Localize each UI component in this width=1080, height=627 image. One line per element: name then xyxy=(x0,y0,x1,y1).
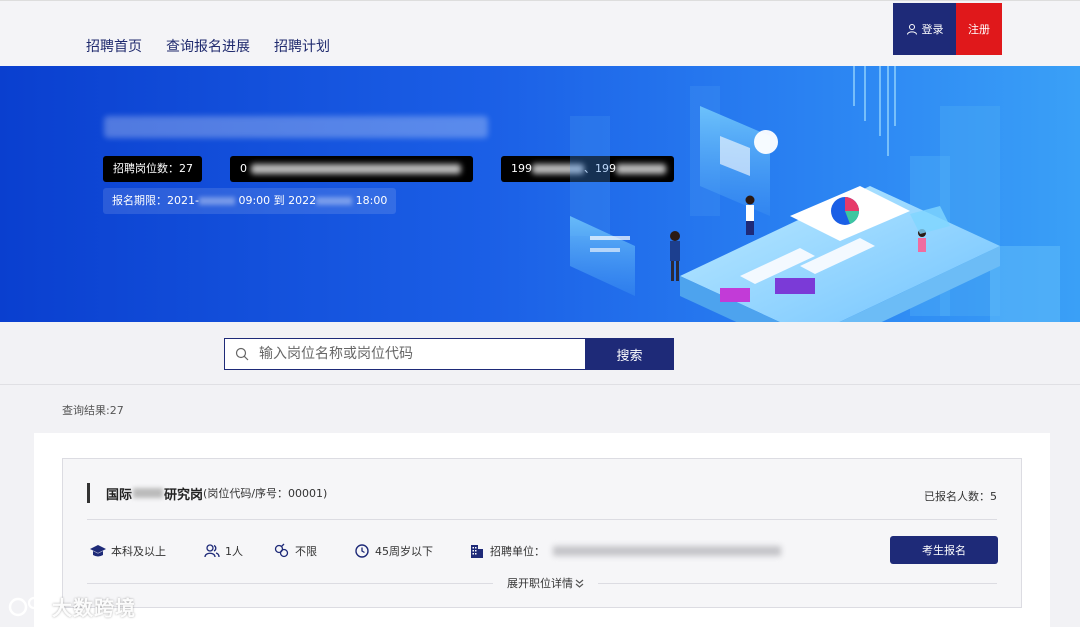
search-box xyxy=(224,338,586,370)
contact-pill: 0 xyxy=(230,156,473,182)
headcount-label: 1人 xyxy=(225,545,243,558)
job-code: (岗位代码/序号：00001) xyxy=(203,487,328,500)
applicant-count: 已报名人数：5 xyxy=(924,490,997,503)
job-info-row: 本科及以上 1人 不限 45周岁以下 招聘单位： xyxy=(89,543,781,559)
job-name-redacted xyxy=(133,488,164,498)
login-button[interactable]: 登录 xyxy=(893,3,956,55)
expand-label: 展开职位详情 xyxy=(507,577,573,590)
top-nav-bar: 招聘首页 查询报名进展 招聘计划 登录 注册 xyxy=(0,0,1080,67)
chevron-double-down-icon xyxy=(575,579,584,588)
age-info: 45周岁以下 xyxy=(353,543,468,559)
graduation-cap-icon xyxy=(90,545,106,557)
date-end: 18:00 xyxy=(355,194,388,207)
date-start: 报名期限：2021- xyxy=(112,194,199,207)
watermark: 大数跨境 xyxy=(8,592,136,621)
search-button[interactable]: 搜索 xyxy=(585,338,674,370)
gender-label: 不限 xyxy=(295,545,317,558)
gender-icon xyxy=(274,543,289,558)
isometric-illustration xyxy=(570,66,1060,322)
people-icon xyxy=(204,544,220,558)
nav-home[interactable]: 招聘首页 xyxy=(86,36,142,56)
registration-period: 报名期限：2021- 09:00 到 2022 18:00 xyxy=(103,188,397,214)
clock-icon xyxy=(355,544,369,558)
contact-redacted xyxy=(250,164,461,174)
nav-progress[interactable]: 查询报名进展 xyxy=(166,36,250,56)
user-icon xyxy=(906,24,917,35)
search-icon xyxy=(235,347,249,361)
nav-plan[interactable]: 招聘计划 xyxy=(274,36,330,56)
date-mid: 09:00 到 2022 xyxy=(238,194,317,207)
watermark-text: 大数跨境 xyxy=(52,596,136,620)
headcount-info: 1人 xyxy=(203,543,273,559)
banner-title-redacted xyxy=(104,116,488,138)
positions-count: 招聘岗位数：27 xyxy=(113,162,193,175)
date-end-redacted xyxy=(316,197,353,205)
register-button[interactable]: 注册 xyxy=(956,3,1002,55)
education-info: 本科及以上 xyxy=(89,543,203,559)
hero-banner: 招聘岗位数：27 0 199 、199 报名期限：2021- 09:00 到 20… xyxy=(0,66,1080,322)
job-card: 国际 研究岗 (岗位代码/序号：00001) 已报名人数：5 本科及以上 1人 … xyxy=(62,458,1022,608)
unit-label: 招聘单位： xyxy=(490,545,545,558)
job-title: 国际 研究岗 (岗位代码/序号：00001) xyxy=(87,483,327,503)
date-start-redacted xyxy=(198,197,235,205)
contact-prefix: 0 xyxy=(240,162,247,175)
login-label: 登录 xyxy=(921,23,944,36)
job-name-end: 研究岗 xyxy=(164,487,204,503)
job-name-start: 国际 xyxy=(106,487,133,503)
unit-info: 招聘单位： xyxy=(468,543,781,559)
result-count: 查询结果:27 xyxy=(62,404,124,417)
card-divider xyxy=(87,519,997,520)
apply-button[interactable]: 考生报名 xyxy=(890,536,998,564)
gender-info: 不限 xyxy=(273,543,353,559)
search-section: 搜索 xyxy=(0,322,1080,385)
positions-count-pill: 招聘岗位数：27 xyxy=(103,156,202,182)
unit-name-redacted xyxy=(553,546,781,556)
register-label: 注册 xyxy=(968,23,990,36)
expand-details-toggle[interactable]: 展开职位详情 xyxy=(493,575,598,591)
search-input[interactable] xyxy=(257,345,561,363)
main-nav: 招聘首页 查询报名进展 招聘计划 xyxy=(86,36,330,56)
education-label: 本科及以上 xyxy=(111,545,166,558)
age-label: 45周岁以下 xyxy=(375,545,433,558)
building-icon xyxy=(471,545,483,558)
watermark-logo-icon xyxy=(8,596,47,616)
